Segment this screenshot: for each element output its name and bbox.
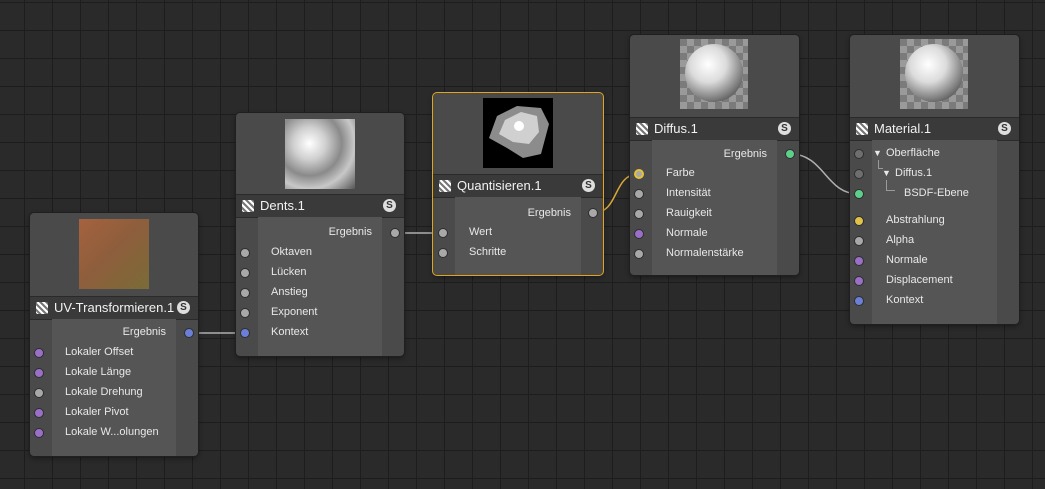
- uv-input-port-pivot[interactable]: [34, 408, 44, 418]
- material-node-title: Material.1: [874, 121, 932, 136]
- dents-input-port-anstieg[interactable]: [240, 288, 250, 298]
- material-preview-sphere: [905, 44, 963, 102]
- dents-node[interactable]: Dents.1 S Ergebnis Oktaven Lücken Anstie…: [236, 113, 404, 356]
- diffus-input-label: Normale: [666, 227, 708, 239]
- tree-connector-line: [886, 180, 895, 191]
- dents-node-header[interactable]: Dents.1 S: [236, 194, 404, 218]
- uv-input-port-laenge[interactable]: [34, 368, 44, 378]
- material-preview-image: [900, 39, 968, 109]
- diffus-input-label: Farbe: [666, 167, 695, 179]
- material-input-port-alpha[interactable]: [854, 236, 864, 246]
- diffus-input-port-intensitaet[interactable]: [634, 189, 644, 199]
- material-tree-diffus[interactable]: Diffus.1: [895, 167, 932, 179]
- dents-input-port-kontext[interactable]: [240, 328, 250, 338]
- checker-icon: [636, 123, 648, 135]
- solo-badge-icon[interactable]: S: [778, 122, 791, 135]
- quantisieren-preview-shape: [489, 106, 549, 158]
- diffus-output-port[interactable]: [785, 149, 795, 159]
- uv-input-label: Lokaler Offset: [65, 346, 134, 358]
- dents-input-port-exponent[interactable]: [240, 308, 250, 318]
- quantisieren-preview-image: [483, 98, 553, 168]
- diffus-input-port-normale[interactable]: [634, 229, 644, 239]
- quantisieren-input-label: Wert: [469, 226, 493, 238]
- expand-arrow-icon[interactable]: ▼: [882, 168, 891, 178]
- material-tree-oberflaeche[interactable]: Oberfläche: [886, 147, 940, 159]
- diffus-input-port-farbe[interactable]: [634, 169, 644, 179]
- material-input-label: Kontext: [886, 294, 924, 306]
- dents-input-label: Exponent: [271, 306, 318, 318]
- checker-icon: [242, 200, 254, 212]
- dents-input-port-luecken[interactable]: [240, 268, 250, 278]
- material-input-port-kontext[interactable]: [854, 296, 864, 306]
- dents-preview-image: [285, 119, 355, 189]
- uv-input-port-offset[interactable]: [34, 348, 44, 358]
- uv-output-label: Ergebnis: [122, 326, 166, 338]
- material-input-port-normale[interactable]: [854, 256, 864, 266]
- diffus-output-label: Ergebnis: [723, 148, 767, 160]
- material-input-port-displacement[interactable]: [854, 276, 864, 286]
- diffus-node-header[interactable]: Diffus.1 S: [630, 117, 799, 141]
- expand-arrow-icon[interactable]: ▼: [873, 148, 882, 158]
- uv-input-label: Lokale W...olungen: [65, 426, 159, 438]
- uv-preview-image: [79, 219, 149, 289]
- dents-input-label: Kontext: [271, 326, 309, 338]
- quantisieren-input-port-wert[interactable]: [438, 228, 448, 238]
- dents-input-label: Lücken: [271, 266, 307, 278]
- quantisieren-node[interactable]: Quantisieren.1 S Ergebnis Wert Schritte: [433, 93, 603, 275]
- quantisieren-node-header[interactable]: Quantisieren.1 S: [433, 174, 603, 198]
- material-input-label: Displacement: [886, 274, 953, 286]
- uv-input-label: Lokaler Pivot: [65, 406, 129, 418]
- uv-input-port-drehung[interactable]: [34, 388, 44, 398]
- material-node[interactable]: Material.1 S ▼ Oberfläche ▼ Diffus.1 BSD…: [850, 35, 1019, 324]
- quantisieren-node-title: Quantisieren.1: [457, 178, 542, 193]
- solo-badge-icon[interactable]: S: [383, 199, 396, 212]
- uv-input-label: Lokale Länge: [65, 366, 132, 378]
- dents-input-label: Oktaven: [271, 246, 312, 258]
- diffus-node-title: Diffus.1: [654, 121, 698, 136]
- dents-input-label: Anstieg: [271, 286, 308, 298]
- diffus-input-label: Intensität: [666, 187, 711, 199]
- solo-badge-icon[interactable]: S: [177, 301, 190, 314]
- uv-input-port-wiederholungen[interactable]: [34, 428, 44, 438]
- wire-diffus-to-material: [789, 153, 860, 195]
- quantisieren-input-port-schritte[interactable]: [438, 248, 448, 258]
- solo-badge-icon[interactable]: S: [582, 179, 595, 192]
- material-node-header[interactable]: Material.1 S: [850, 117, 1019, 141]
- diffus-input-port-rauigkeit[interactable]: [634, 209, 644, 219]
- material-port-bsdf[interactable]: [854, 189, 864, 199]
- material-input-label: Normale: [886, 254, 928, 266]
- material-port-oberflaeche[interactable]: [854, 149, 864, 159]
- quantisieren-input-label: Schritte: [469, 246, 507, 258]
- material-input-label: Abstrahlung: [886, 214, 945, 226]
- dents-node-title: Dents.1: [260, 198, 305, 213]
- dents-output-port[interactable]: [390, 228, 400, 238]
- checker-icon: [36, 302, 48, 314]
- dents-output-label: Ergebnis: [328, 226, 372, 238]
- solo-badge-icon[interactable]: S: [998, 122, 1011, 135]
- diffus-input-label: Rauigkeit: [666, 207, 712, 219]
- material-input-port-abstrahlung[interactable]: [854, 216, 864, 226]
- diffus-input-label: Normalenstärke: [666, 247, 744, 259]
- diffus-preview-image: [680, 39, 748, 109]
- quantisieren-output-label: Ergebnis: [527, 207, 571, 219]
- checker-icon: [439, 180, 451, 192]
- uv-output-port[interactable]: [184, 328, 194, 338]
- uv-node-header[interactable]: UV-Transformieren.1 S: [30, 296, 198, 320]
- quantisieren-output-port[interactable]: [588, 208, 598, 218]
- material-tree-bsdf[interactable]: BSDF-Ebene: [904, 187, 969, 199]
- diffus-preview-sphere: [685, 44, 743, 102]
- uv-input-label: Lokale Drehung: [65, 386, 143, 398]
- uv-node-title: UV-Transformieren.1: [54, 300, 175, 315]
- material-port-diffus[interactable]: [854, 169, 864, 179]
- dents-input-port-oktaven[interactable]: [240, 248, 250, 258]
- diffus-node[interactable]: Diffus.1 S Ergebnis Farbe Intensität Rau…: [630, 35, 799, 275]
- material-input-label: Alpha: [886, 234, 915, 246]
- diffus-input-port-normalenstaerke[interactable]: [634, 249, 644, 259]
- uv-transform-node[interactable]: UV-Transformieren.1 S Ergebnis Lokaler O…: [30, 213, 198, 456]
- checker-icon: [856, 123, 868, 135]
